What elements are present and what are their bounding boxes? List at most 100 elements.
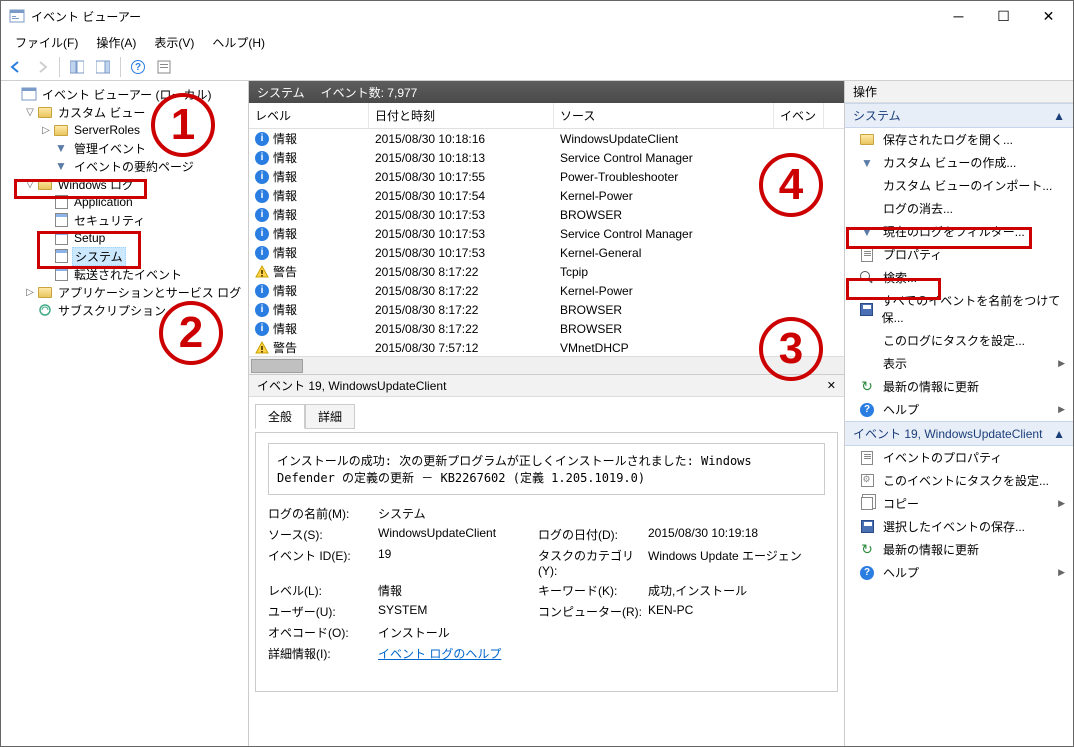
action-refresh[interactable]: ↻最新の情報に更新 bbox=[845, 375, 1073, 398]
maximize-button[interactable]: ☐ bbox=[981, 2, 1026, 30]
k-user: ユーザー(U): bbox=[268, 603, 378, 620]
menu-action[interactable]: 操作(A) bbox=[88, 32, 144, 53]
action-view[interactable]: 表示▶ bbox=[845, 352, 1073, 375]
action-save-selected[interactable]: 選択したイベントの保存... bbox=[845, 515, 1073, 538]
table-row[interactable]: i情報2015/08/30 8:17:22Kernel-Power bbox=[249, 281, 844, 300]
tree-custom-views[interactable]: ▽カスタム ビュー bbox=[5, 103, 244, 121]
v-eventid: 19 bbox=[378, 547, 538, 578]
action-save-all-events[interactable]: すべてのイベントを名前をつけて保... bbox=[845, 289, 1073, 329]
action-attach-task-log[interactable]: このログにタスクを設定... bbox=[845, 329, 1073, 352]
table-row[interactable]: i情報2015/08/30 10:17:55Power-Troubleshoot… bbox=[249, 167, 844, 186]
action-open-saved-log[interactable]: 保存されたログを開く... bbox=[845, 128, 1073, 151]
table-row[interactable]: 警告2015/08/30 7:57:12VMnetDHCP bbox=[249, 338, 844, 356]
v-source: WindowsUpdateClient bbox=[378, 526, 538, 543]
k-source: ソース(S): bbox=[268, 526, 378, 543]
col-event[interactable]: イベン bbox=[774, 103, 824, 128]
action-help-event[interactable]: ?ヘルプ▶ bbox=[845, 561, 1073, 584]
center-header: システム イベント数: 7,977 bbox=[249, 81, 844, 103]
forward-button[interactable] bbox=[31, 56, 53, 78]
horizontal-scrollbar[interactable] bbox=[249, 356, 844, 374]
tree-security[interactable]: セキュリティ bbox=[5, 211, 244, 229]
collapse-icon[interactable]: ▲ bbox=[1053, 427, 1065, 441]
k-eventid: イベント ID(E): bbox=[268, 547, 378, 578]
detail-pane: インストールの成功: 次の更新プログラムが正しくインストールされました: Win… bbox=[255, 432, 838, 692]
v-keywords: 成功,インストール bbox=[648, 582, 818, 599]
table-row[interactable]: i情報2015/08/30 10:17:54Kernel-Power bbox=[249, 186, 844, 205]
tree-windows-logs[interactable]: ▽Windows ログ bbox=[5, 175, 244, 193]
action-properties[interactable]: プロパティ bbox=[845, 243, 1073, 266]
v-taskcat: Windows Update エージェン bbox=[648, 547, 818, 578]
tree-setup[interactable]: Setup bbox=[5, 229, 244, 247]
table-row[interactable]: i情報2015/08/30 10:18:16WindowsUpdateClien… bbox=[249, 129, 844, 148]
tree-serverroles[interactable]: ▷ServerRoles bbox=[5, 121, 244, 139]
action-help[interactable]: ?ヘルプ▶ bbox=[845, 398, 1073, 421]
tree-forwarded[interactable]: 転送されたイベント bbox=[5, 265, 244, 283]
tree-pane: イベント ビューアー (ローカル) ▽カスタム ビュー ▷ServerRoles… bbox=[1, 81, 249, 746]
table-row[interactable]: i情報2015/08/30 8:17:22BROWSER bbox=[249, 300, 844, 319]
v-logname: システム bbox=[378, 505, 538, 522]
action-find[interactable]: 検索... bbox=[845, 266, 1073, 289]
show-hide-tree-button[interactable] bbox=[66, 56, 88, 78]
detail-close-icon[interactable]: ✕ bbox=[827, 379, 836, 392]
app-icon bbox=[9, 8, 25, 24]
grid-header: レベル 日付と時刻 ソース イベン bbox=[249, 103, 844, 129]
action-create-custom-view[interactable]: ▼カスタム ビューの作成... bbox=[845, 151, 1073, 174]
menu-view[interactable]: 表示(V) bbox=[146, 32, 202, 53]
k-level: レベル(L): bbox=[268, 582, 378, 599]
detail-header: イベント 19, WindowsUpdateClient ✕ bbox=[249, 375, 844, 397]
k-keywords: キーワード(K): bbox=[538, 582, 648, 599]
col-date[interactable]: 日付と時刻 bbox=[369, 103, 554, 128]
table-row[interactable]: i情報2015/08/30 10:17:53BROWSER bbox=[249, 205, 844, 224]
tab-details[interactable]: 詳細 bbox=[305, 404, 355, 429]
window-title: イベント ビューアー bbox=[31, 8, 936, 25]
table-row[interactable]: i情報2015/08/30 8:17:22BROWSER bbox=[249, 319, 844, 338]
center-log-name: システム bbox=[257, 84, 305, 101]
action-import-custom-view[interactable]: カスタム ビューのインポート... bbox=[845, 174, 1073, 197]
col-source[interactable]: ソース bbox=[554, 103, 774, 128]
action-filter-log[interactable]: ▼現在のログをフィルター... bbox=[845, 220, 1073, 243]
collapse-icon[interactable]: ▲ bbox=[1053, 109, 1065, 123]
v-logdate: 2015/08/30 10:19:18 bbox=[648, 526, 818, 543]
k-logname: ログの名前(M): bbox=[268, 505, 378, 522]
event-log-help-link[interactable]: イベント ログのヘルプ bbox=[378, 647, 501, 661]
tree-summary-page[interactable]: ▼イベントの要約ページ bbox=[5, 157, 244, 175]
event-message: インストールの成功: 次の更新プログラムが正しくインストールされました: Win… bbox=[268, 443, 825, 495]
show-hide-action-button[interactable] bbox=[92, 56, 114, 78]
tree-apps-services[interactable]: ▷アプリケーションとサービス ログ bbox=[5, 283, 244, 301]
v-computer: KEN-PC bbox=[648, 603, 818, 620]
close-button[interactable]: ✕ bbox=[1026, 2, 1071, 30]
tab-general[interactable]: 全般 bbox=[255, 404, 305, 429]
menu-help[interactable]: ヘルプ(H) bbox=[204, 32, 273, 53]
help-button[interactable] bbox=[153, 56, 175, 78]
table-row[interactable]: 警告2015/08/30 8:17:22Tcpip bbox=[249, 262, 844, 281]
tree-application[interactable]: Application bbox=[5, 193, 244, 211]
detail-header-text: イベント 19, WindowsUpdateClient bbox=[257, 377, 446, 394]
tree-root[interactable]: イベント ビューアー (ローカル) bbox=[5, 85, 244, 103]
table-row[interactable]: i情報2015/08/30 10:17:53Kernel-General bbox=[249, 243, 844, 262]
menu-bar: ファイル(F) 操作(A) 表示(V) ヘルプ(H) bbox=[1, 31, 1073, 53]
col-level[interactable]: レベル bbox=[249, 103, 369, 128]
minimize-button[interactable]: ─ bbox=[936, 2, 981, 30]
event-grid: レベル 日付と時刻 ソース イベン i情報2015/08/30 10:18:16… bbox=[249, 103, 844, 375]
actions-header: 操作 bbox=[845, 81, 1073, 103]
k-computer: コンピューター(R): bbox=[538, 603, 648, 620]
tree-subscriptions[interactable]: サブスクリプション bbox=[5, 301, 244, 319]
properties-button[interactable]: ? bbox=[127, 56, 149, 78]
v-opcode: インストール bbox=[378, 624, 538, 641]
table-row[interactable]: i情報2015/08/30 10:17:53Service Control Ma… bbox=[249, 224, 844, 243]
back-button[interactable] bbox=[5, 56, 27, 78]
k-opcode: オペコード(O): bbox=[268, 624, 378, 641]
k-moreinfo: 詳細情報(I): bbox=[268, 645, 378, 662]
table-row[interactable]: i情報2015/08/30 10:18:13Service Control Ma… bbox=[249, 148, 844, 167]
action-attach-task-event[interactable]: このイベントにタスクを設定... bbox=[845, 469, 1073, 492]
action-copy[interactable]: コピー▶ bbox=[845, 492, 1073, 515]
k-logdate: ログの日付(D): bbox=[538, 526, 648, 543]
tree-admin-events[interactable]: ▼管理イベント bbox=[5, 139, 244, 157]
tree-system[interactable]: システム bbox=[5, 247, 244, 265]
v-user: SYSTEM bbox=[378, 603, 538, 620]
action-refresh-event[interactable]: ↻最新の情報に更新 bbox=[845, 538, 1073, 561]
action-clear-log[interactable]: ログの消去... bbox=[845, 197, 1073, 220]
menu-file[interactable]: ファイル(F) bbox=[7, 32, 86, 53]
center-event-count: イベント数: 7,977 bbox=[321, 84, 418, 101]
action-event-properties[interactable]: イベントのプロパティ bbox=[845, 446, 1073, 469]
